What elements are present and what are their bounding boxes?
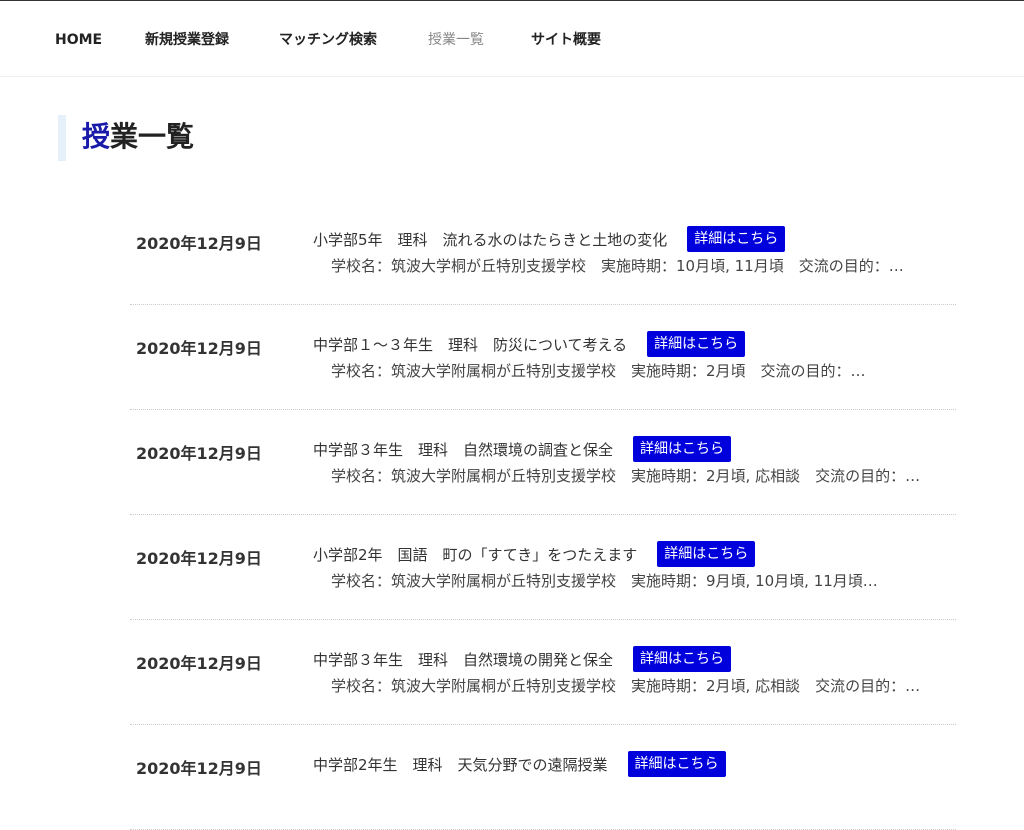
lesson-title-line: 小学部2年 国語 町の「すてき」をつたえます 詳細はこちら (313, 540, 956, 568)
lesson-content: 中学部３年生 理科 自然環境の開発と保全 詳細はこちら 学校名：筑波大学附属桐が… (313, 645, 956, 697)
lesson-content: 小学部2年 国語 町の「すてき」をつたえます 詳細はこちら 学校名：筑波大学附属… (313, 540, 956, 592)
lesson-title-line: 小学部5年 理科 流れる水のはたらきと土地の変化 詳細はこちら (313, 225, 956, 253)
lesson-date: 2020年12月9日 (136, 339, 262, 358)
lesson-title[interactable]: 中学部３年生 理科 自然環境の調査と保全 (313, 439, 613, 460)
lesson-content: 小学部5年 理科 流れる水のはたらきと土地の変化 詳細はこちら 学校名：筑波大学… (313, 225, 956, 277)
lesson-summary: 学校名：筑波大学桐が丘特別支援学校 実施時期：10月頃, 11月頃 交流の目的：… (331, 257, 904, 275)
page-title-first-char: 授 (82, 119, 111, 153)
nav-home[interactable]: HOME (55, 31, 102, 49)
detail-button[interactable]: 詳細はこちら (687, 226, 786, 252)
lesson-title-line: 中学部2年生 理科 天気分野での遠隔授業 詳細はこちら (313, 750, 956, 778)
nav-lesson-list[interactable]: 授業一覧 (428, 31, 484, 49)
lesson-row: 2020年12月9日 中学部３年生 理科 自然環境の調査と保全 詳細はこちら 学… (130, 410, 956, 515)
lesson-title-line: 中学部３年生 理科 自然環境の開発と保全 詳細はこちら (313, 645, 956, 673)
lesson-title-line: 中学部３年生 理科 自然環境の調査と保全 詳細はこちら (313, 435, 956, 463)
detail-button[interactable]: 詳細はこちら (647, 331, 746, 357)
lesson-summary: 学校名：筑波大学附属桐が丘特別支援学校 実施時期：2月頃, 応相談 交流の目的：… (331, 677, 921, 695)
lesson-summary: 学校名：筑波大学附属桐が丘特別支援学校 実施時期：9月頃, 10月頃, 11月頃… (331, 572, 878, 590)
lesson-row: 2020年12月9日 小学部5年 理科 流れる水のはたらきと土地の変化 詳細はこ… (130, 200, 956, 305)
top-navigation: HOME 新規授業登録 マッチング検索 授業一覧 サイト概要 (0, 1, 1024, 77)
lesson-title[interactable]: 中学部2年生 理科 天気分野での遠隔授業 (313, 754, 608, 775)
detail-button[interactable]: 詳細はこちら (657, 541, 756, 567)
lesson-row: 2020年12月9日 中学部2年生 理科 天気分野での遠隔授業 詳細はこちら (130, 725, 956, 830)
lesson-title[interactable]: 中学部１～３年生 理科 防災について考える (313, 334, 627, 355)
lesson-date: 2020年12月9日 (136, 759, 262, 778)
lesson-content: 中学部３年生 理科 自然環境の調査と保全 詳細はこちら 学校名：筑波大学附属桐が… (313, 435, 956, 487)
lesson-row: 2020年12月9日 中学部１～３年生 理科 防災について考える 詳細はこちら … (130, 305, 956, 410)
lesson-title[interactable]: 小学部5年 理科 流れる水のはたらきと土地の変化 (313, 229, 667, 250)
lesson-title-line: 中学部１～３年生 理科 防災について考える 詳細はこちら (313, 330, 956, 358)
lesson-row: 2020年12月9日 中学部３年生 理科 自然環境の開発と保全 詳細はこちら 学… (130, 620, 956, 725)
lesson-list: 2020年12月9日 小学部5年 理科 流れる水のはたらきと土地の変化 詳細はこ… (130, 200, 956, 830)
lesson-date: 2020年12月9日 (136, 444, 262, 463)
detail-button[interactable]: 詳細はこちら (633, 436, 732, 462)
page-title: 授業一覧 (58, 114, 195, 161)
nav-matching-search[interactable]: マッチング検索 (279, 31, 377, 49)
lesson-summary: 学校名：筑波大学附属桐が丘特別支援学校 実施時期：2月頃 交流の目的：… (331, 362, 866, 380)
lesson-date: 2020年12月9日 (136, 654, 262, 673)
lesson-date: 2020年12月9日 (136, 234, 262, 253)
detail-button[interactable]: 詳細はこちら (633, 646, 732, 672)
nav-new-lesson-registration[interactable]: 新規授業登録 (145, 31, 229, 49)
detail-button[interactable]: 詳細はこちら (627, 751, 726, 777)
lesson-summary: 学校名：筑波大学附属桐が丘特別支援学校 実施時期：2月頃, 応相談 交流の目的：… (331, 467, 921, 485)
lesson-content: 中学部2年生 理科 天気分野での遠隔授業 詳細はこちら (313, 750, 956, 780)
lesson-content: 中学部１～３年生 理科 防災について考える 詳細はこちら 学校名：筑波大学附属桐… (313, 330, 956, 382)
page-title-rest: 業一覧 (110, 119, 195, 153)
nav-site-overview[interactable]: サイト概要 (531, 31, 601, 49)
lesson-row: 2020年12月9日 小学部2年 国語 町の「すてき」をつたえます 詳細はこちら… (130, 515, 956, 620)
lesson-date: 2020年12月9日 (136, 549, 262, 568)
lesson-title[interactable]: 中学部３年生 理科 自然環境の開発と保全 (313, 649, 613, 670)
lesson-title[interactable]: 小学部2年 国語 町の「すてき」をつたえます (313, 544, 637, 565)
